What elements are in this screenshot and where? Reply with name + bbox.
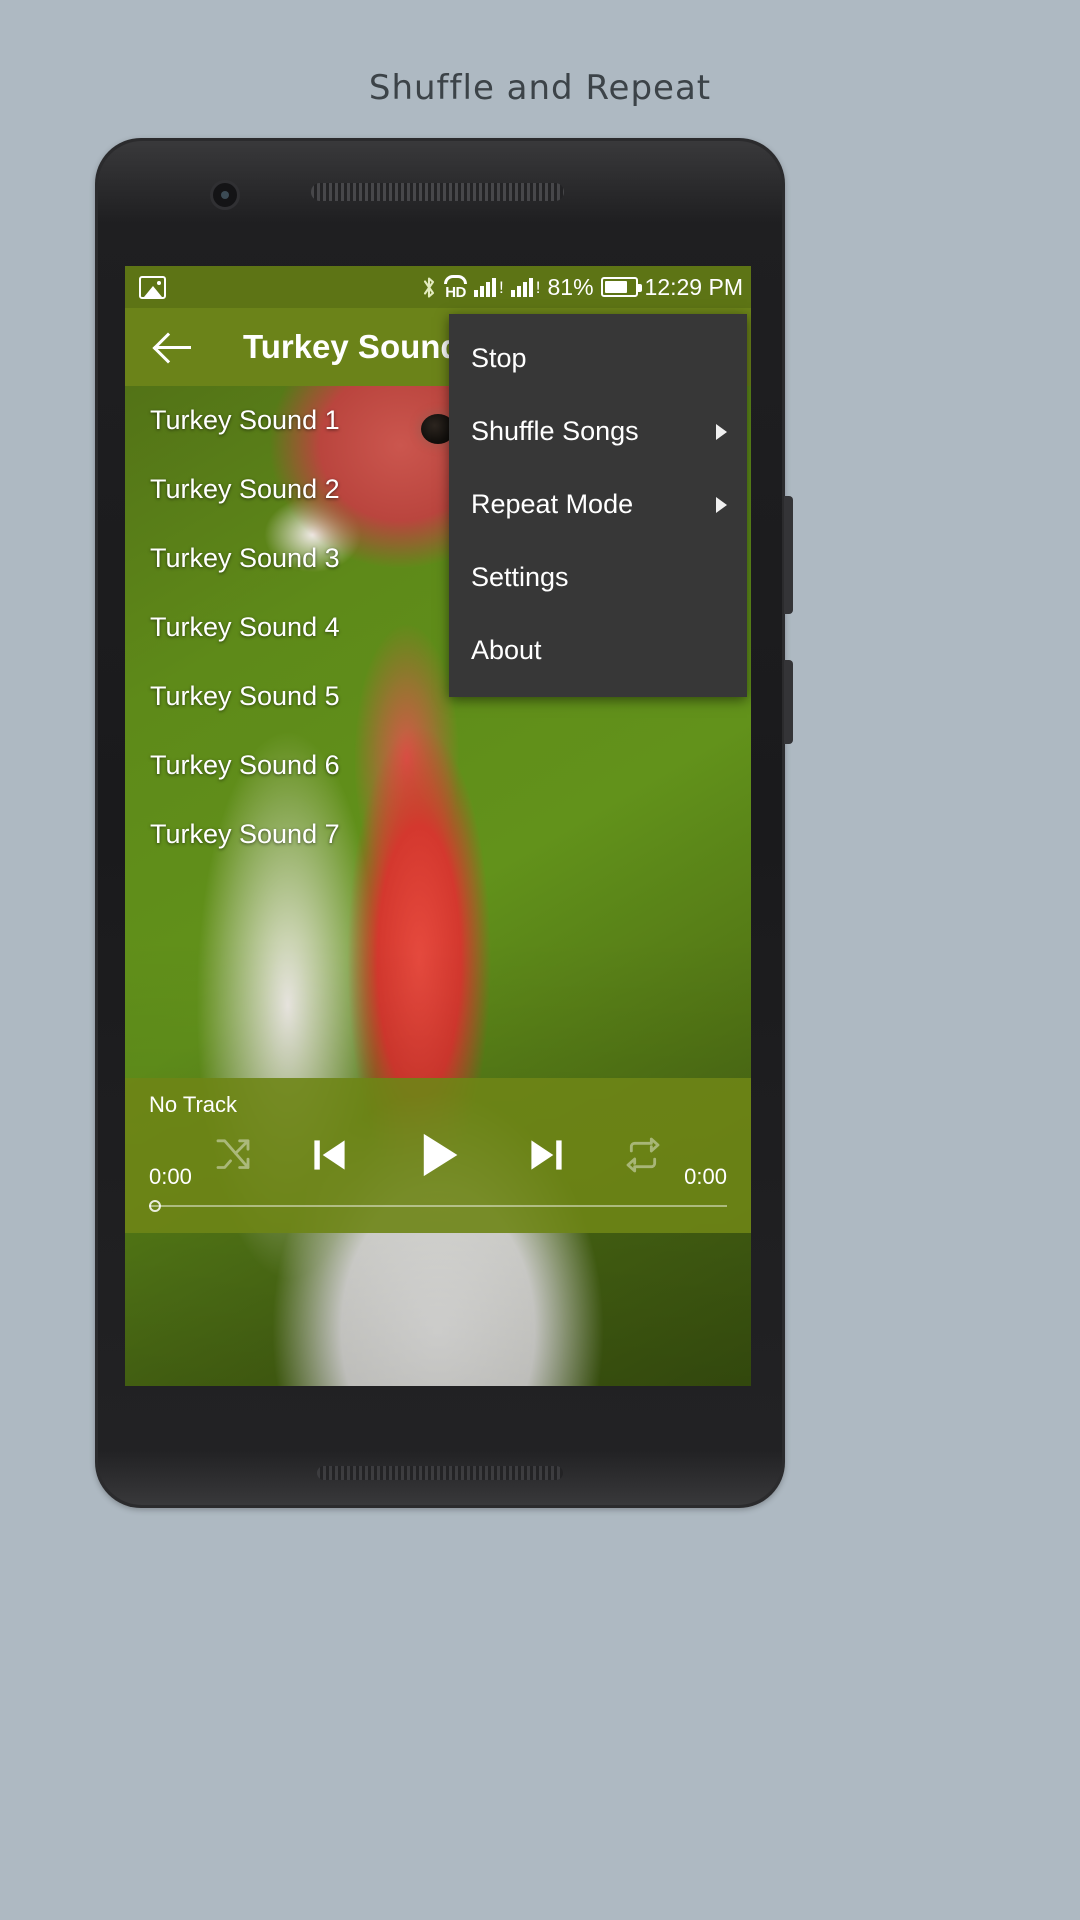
page-title: Shuffle and Repeat: [368, 68, 712, 108]
status-bar-left: [139, 275, 166, 299]
track-label: Turkey Sound 6: [150, 750, 340, 780]
menu-item-label: Stop: [471, 343, 527, 373]
battery-percent-label: 81%: [547, 273, 594, 300]
player-bar: No Track 0:00 0:00: [125, 1078, 751, 1233]
bottom-speaker-grille: [317, 1466, 563, 1480]
menu-item-label: Settings: [471, 562, 569, 592]
battery-icon: [600, 277, 642, 297]
seek-track: [149, 1205, 727, 1207]
submenu-caret-icon: [716, 496, 727, 513]
submenu-caret-icon: [716, 423, 727, 440]
menu-item-label: About: [471, 635, 542, 665]
seek-thumb[interactable]: [149, 1200, 161, 1212]
camera-lens-dot: [221, 191, 229, 199]
track-label: Turkey Sound 7: [150, 819, 340, 849]
status-bar-right: HD ! ! 81% 12:29 PM: [422, 274, 743, 301]
toolbar-title: Turkey Sounds: [243, 328, 479, 365]
clock-label: 12:29 PM: [644, 273, 743, 300]
earpiece-speaker-grille: [311, 183, 564, 201]
track-label: Turkey Sound 2: [150, 474, 340, 504]
menu-item-label: Repeat Mode: [471, 489, 634, 519]
total-time-label: 0:00: [684, 1164, 727, 1189]
menu-item-stop[interactable]: Stop: [449, 322, 747, 395]
player-track-title: No Track: [149, 1092, 238, 1117]
hd-voice-icon: HD: [444, 274, 468, 300]
phone-device-frame: HD ! ! 81% 12:29 PM Turkey Sounds Turkey…: [95, 138, 793, 1508]
menu-item-about[interactable]: About: [449, 614, 747, 687]
bluetooth-icon: [423, 276, 435, 298]
track-label: Turkey Sound 4: [150, 612, 340, 642]
status-bar: HD ! ! 81% 12:29 PM: [125, 266, 751, 308]
elapsed-time-label: 0:00: [149, 1164, 192, 1189]
track-label: Turkey Sound 1: [150, 405, 340, 435]
overflow-menu: Stop Shuffle Songs Repeat Mode Settings …: [449, 314, 747, 697]
menu-item-label: Shuffle Songs: [471, 416, 639, 446]
signal-bars-icon-2: !: [510, 277, 541, 297]
phone-screen: HD ! ! 81% 12:29 PM Turkey Sounds Turkey…: [125, 266, 751, 1386]
power-button[interactable]: [784, 660, 793, 744]
list-item[interactable]: Turkey Sound 6: [125, 731, 751, 800]
track-label: Turkey Sound 5: [150, 681, 340, 711]
menu-item-settings[interactable]: Settings: [449, 541, 747, 614]
list-item[interactable]: Turkey Sound 7: [125, 800, 751, 869]
seek-bar[interactable]: [149, 1199, 727, 1213]
player-time-row: 0:00 0:00: [125, 1164, 751, 1190]
signal-bars-icon: !: [474, 277, 504, 297]
menu-item-shuffle-songs[interactable]: Shuffle Songs: [449, 395, 747, 468]
track-label: Turkey Sound 3: [150, 543, 340, 573]
back-arrow-icon[interactable]: [153, 326, 195, 368]
menu-item-repeat-mode[interactable]: Repeat Mode: [449, 468, 747, 541]
photo-icon: [139, 275, 166, 299]
volume-button[interactable]: [784, 496, 793, 614]
front-camera-icon: [210, 180, 240, 210]
